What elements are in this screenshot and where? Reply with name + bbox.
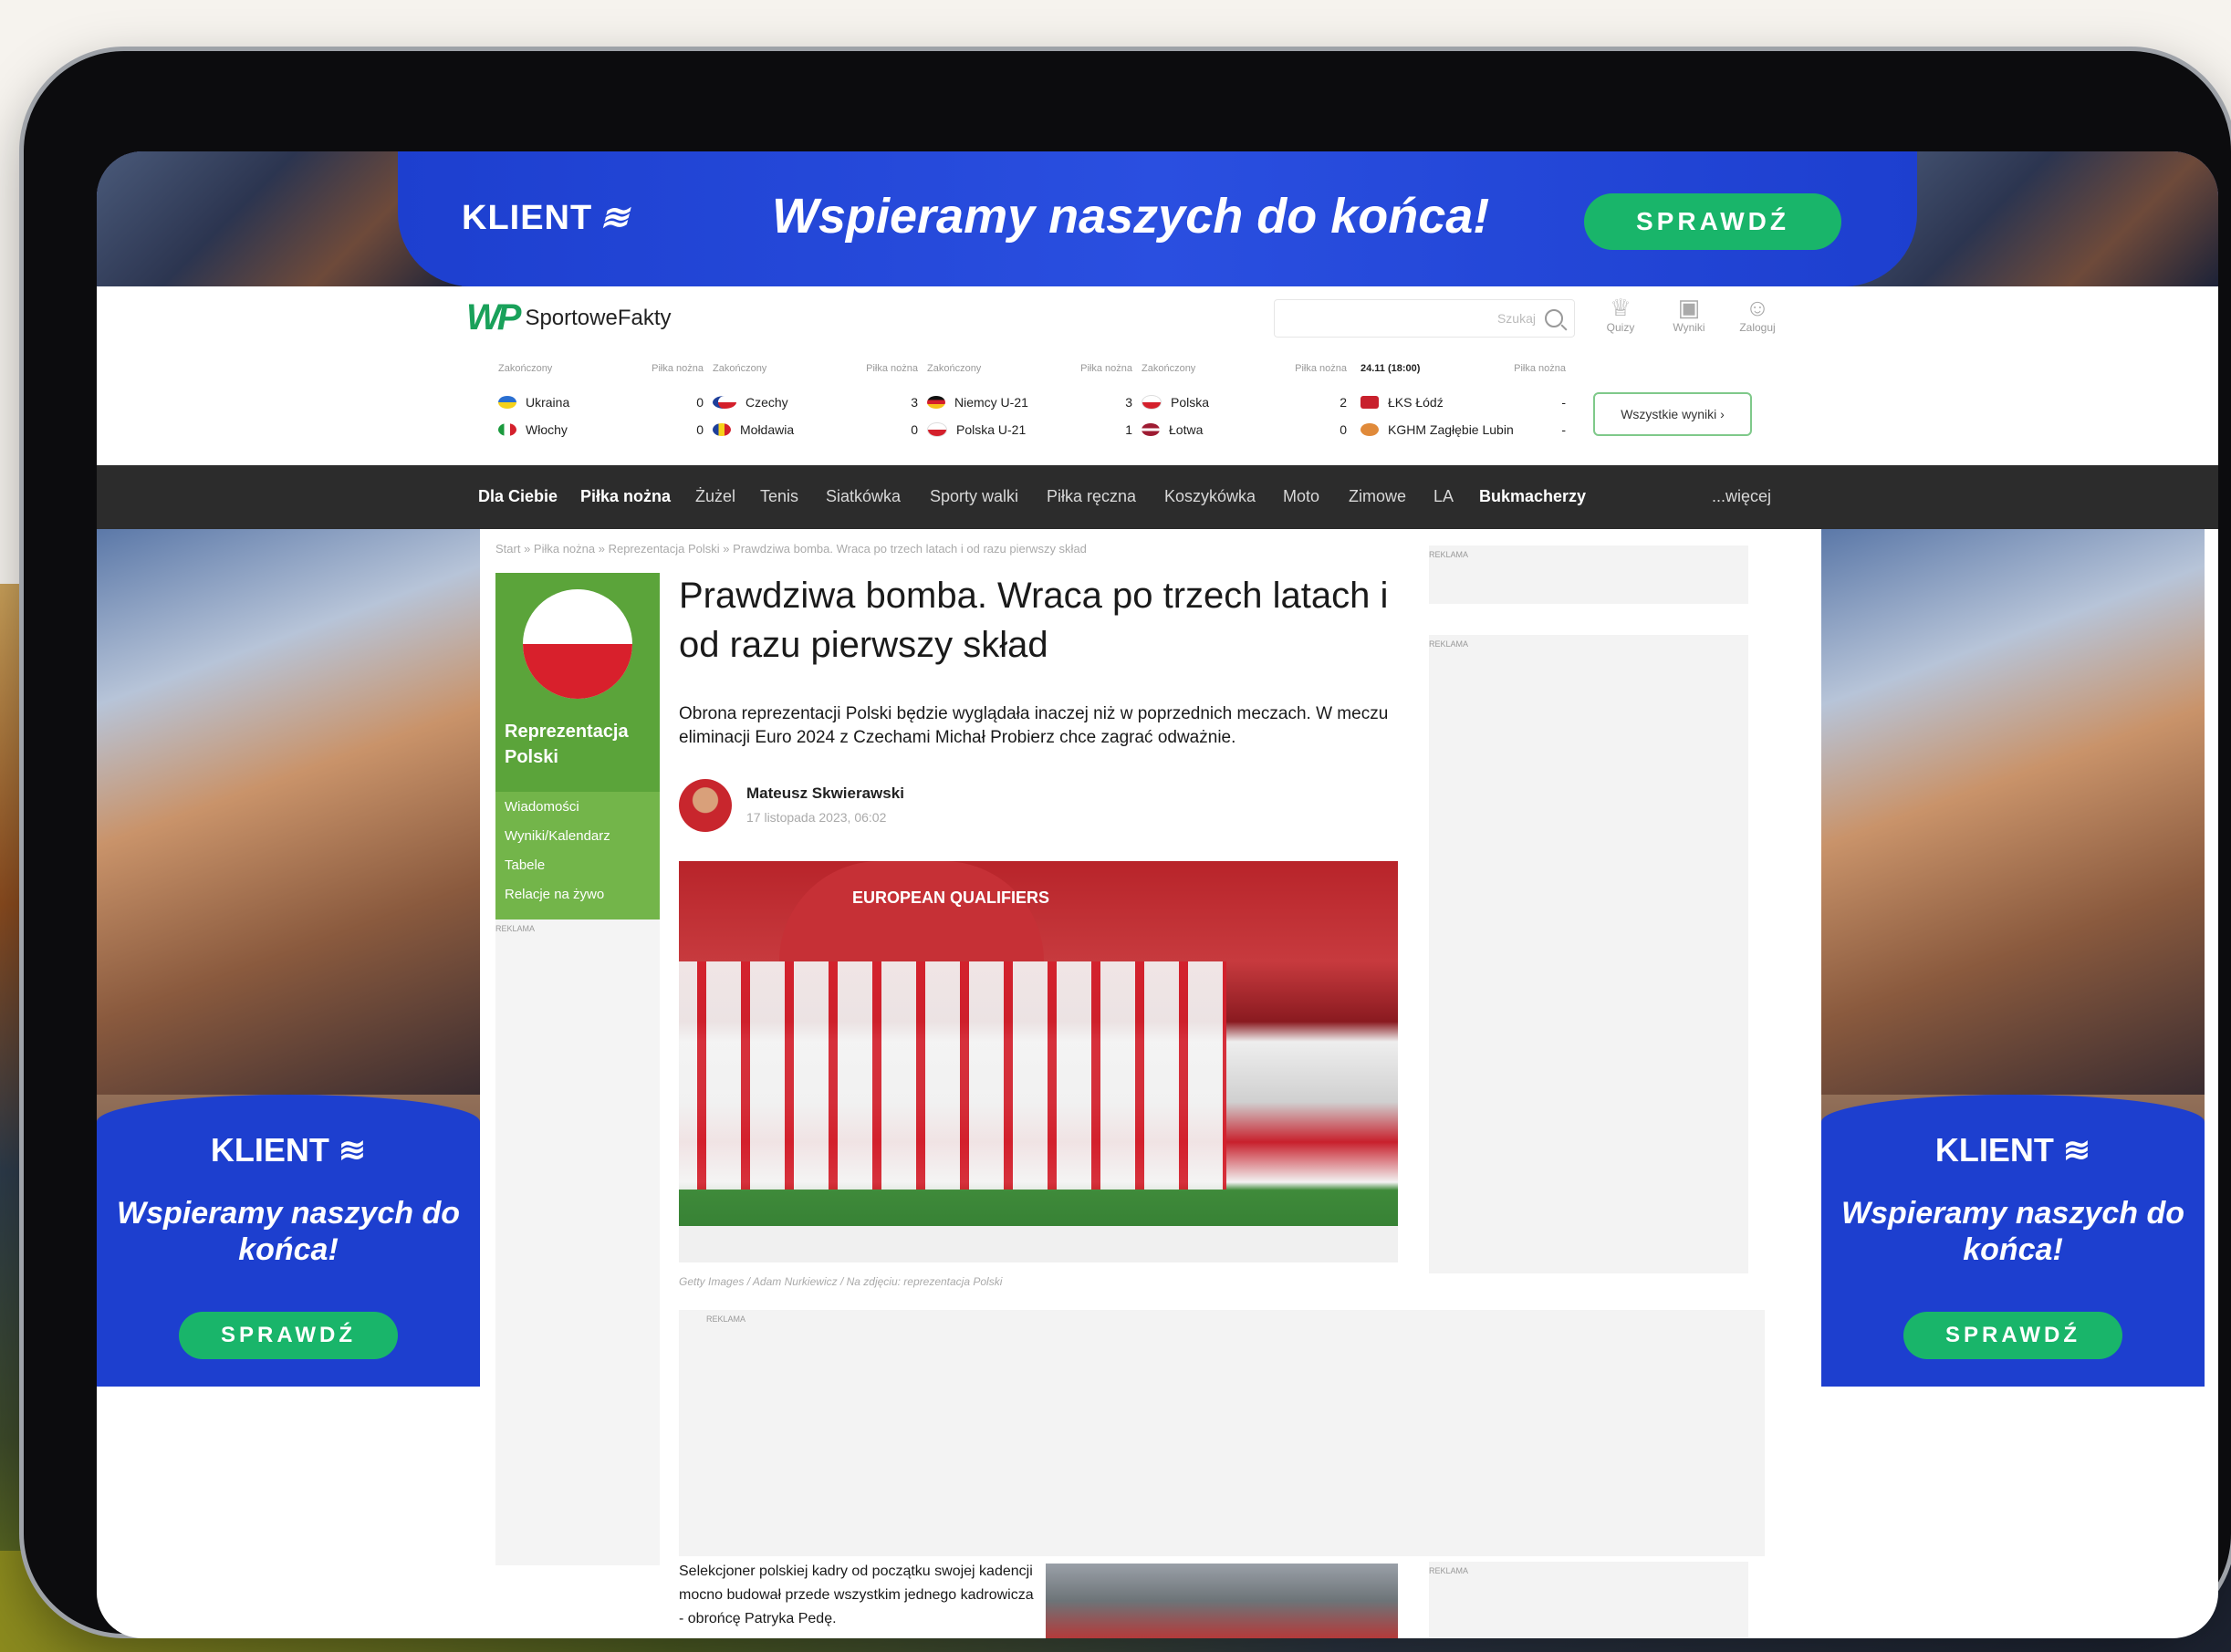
ad-slot: REKLAMA [1429, 545, 1748, 604]
article-date: 17 listopada 2023, 06:02 [746, 810, 887, 825]
article-title: Prawdziwa bomba. Wraca po trzech latach … [679, 576, 1389, 665]
feather-icon: ≋ [599, 199, 631, 237]
site-logo[interactable]: WP SportoweFakty [466, 297, 672, 338]
article-hero-image: EUROPEAN QUALIFIERS [679, 861, 1398, 1262]
nav-more[interactable]: ...więcej [1712, 487, 1771, 506]
article-lead: Obrona reprezentacji Polski będzie wyglą… [679, 704, 1389, 747]
ad-label: REKLAMA [1429, 550, 1469, 559]
ad-check-button[interactable]: SPRAWDŹ [179, 1312, 398, 1359]
ad-photo [97, 529, 480, 1095]
ad-label: REKLAMA [1429, 639, 1469, 649]
side-ad-right[interactable]: KLIENT ≋ Wspieramy naszych do końca! SPR… [1821, 529, 2205, 1387]
login-button[interactable]: ☺ Zaloguj [1730, 294, 1785, 334]
logo-text: SportoweFakty [525, 305, 672, 330]
category-link-results[interactable]: Wyniki/Kalendarz [495, 821, 660, 850]
nav-item-betting[interactable]: Bukmacherzy [1479, 487, 1586, 506]
flag-icon [1142, 395, 1162, 410]
related-image[interactable] [1046, 1564, 1398, 1638]
nav-item-moto[interactable]: Moto [1283, 487, 1319, 506]
match-card[interactable]: Zakończony Piłka nożna Niemcy U-21 3 Polsk… [927, 363, 1132, 443]
main-nav: Dla Ciebie Piłka nożna Żużel Tenis Siatk… [97, 465, 2218, 529]
article-body: Selekcjoner polskiej kadry od początku s… [679, 1564, 1034, 1626]
category-box: Reprezentacja Polski Wiadomości Wyniki/K… [495, 573, 660, 920]
club-crest-icon [1360, 396, 1379, 409]
poland-flag-icon [523, 589, 632, 699]
match-card[interactable]: Zakończony Piłka nożna Ukraina 0 Włochy 0 [498, 363, 704, 443]
flag-icon [498, 423, 516, 436]
nav-item-athletics[interactable]: LA [1433, 487, 1454, 506]
scores-bar: Zakończony Piłka nożna Ukraina 0 Włochy 0 Z… [97, 352, 2218, 465]
flag-icon [1142, 423, 1160, 436]
ad-slot: REKLAMA [1429, 635, 1748, 1273]
quizzes-button[interactable]: ♕ Quizy [1593, 294, 1648, 334]
ad-slot: REKLAMA [495, 920, 660, 1565]
nav-item-handball[interactable]: Piłka ręczna [1047, 487, 1136, 506]
breadcrumb[interactable]: Start » Piłka nożna » Reprezentacja Pols… [495, 542, 1087, 556]
site-header: WP SportoweFakty Szukaj ♕ Quizy ▣ Wyniki… [97, 286, 2218, 353]
browser-screen: KLIENT ≋ Wspieramy naszych do końca! SPRA… [97, 151, 2218, 1638]
top-banner-ad[interactable]: KLIENT ≋ Wspieramy naszych do końca! SPRA… [97, 151, 2218, 286]
ad-label: REKLAMA [495, 924, 536, 933]
match-card[interactable]: Zakończony Piłka nożna Polska 2 Łotwa 0 [1142, 363, 1347, 443]
qualifiers-logo: EUROPEAN QUALIFIERS [852, 888, 1050, 907]
search-input[interactable]: Szukaj [1274, 299, 1575, 338]
trophy-icon: ♕ [1610, 294, 1632, 321]
search-icon[interactable] [1545, 309, 1563, 327]
ad-slogan: Wspieramy naszych do końca! [1840, 1196, 2184, 1267]
nav-item-combat[interactable]: Sporty walki [930, 487, 1018, 506]
flag-icon [927, 396, 945, 409]
side-ad-left[interactable]: KLIENT ≋ Wspieramy naszych do końca! SPR… [97, 529, 480, 1387]
ad-label: REKLAMA [1429, 1566, 1469, 1575]
nav-item-tennis[interactable]: Tenis [760, 487, 798, 506]
author-name[interactable]: Mateusz Skwierawski [746, 784, 904, 803]
flag-icon [713, 396, 736, 409]
match-card[interactable]: 24.11 (18:00) Piłka nożna ŁKS Łódź - KGHM … [1360, 363, 1566, 443]
tablet-frame: KLIENT ≋ Wspieramy naszych do końca! SPRA… [24, 51, 2231, 1638]
nav-item-winter[interactable]: Zimowe [1349, 487, 1406, 506]
nav-item-football[interactable]: Piłka nożna [580, 487, 671, 506]
nav-item-basketball[interactable]: Koszykówka [1164, 487, 1256, 506]
category-link-tables[interactable]: Tabele [495, 850, 660, 879]
feather-icon: ≋ [2062, 1131, 2091, 1169]
category-link-live[interactable]: Relacje na żywo [495, 879, 660, 909]
team-lineup-photo [679, 961, 1226, 1190]
ad-brand: KLIENT ≋ [210, 1131, 367, 1169]
search-placeholder: Szukaj [1496, 311, 1536, 326]
banner-slogan: Wspieramy naszych do końca! [772, 189, 1490, 244]
category-menu: Wiadomości Wyniki/Kalendarz Tabele Relac… [495, 792, 660, 920]
feather-icon: ≋ [338, 1131, 367, 1169]
wp-logo-icon: WP [466, 297, 521, 338]
banner-brand: KLIENT ≋ [462, 199, 631, 237]
banner-check-button[interactable]: SPRAWDŹ [1584, 193, 1841, 250]
results-button[interactable]: ▣ Wyniki [1662, 294, 1716, 334]
match-card[interactable]: Zakończony Piłka nożna Czechy 3 Mołdawia 0 [713, 363, 918, 443]
ad-brand: KLIENT ≋ [1934, 1131, 2091, 1169]
user-icon: ☺ [1745, 294, 1770, 321]
flag-icon [498, 396, 516, 409]
all-results-button[interactable]: Wszystkie wyniki › [1593, 392, 1752, 436]
ad-slogan: Wspieramy naszych do końca! [116, 1196, 460, 1267]
ad-check-button[interactable]: SPRAWDŹ [1903, 1312, 2122, 1359]
ad-photo [1821, 529, 2205, 1095]
nav-item-speedway[interactable]: Żużel [695, 487, 735, 506]
nav-item-volleyball[interactable]: Siatkówka [826, 487, 901, 506]
club-crest-icon [1360, 423, 1379, 436]
image-caption: Getty Images / Adam Nurkiewicz / Na zdję… [679, 1275, 1003, 1288]
nav-item-for-you[interactable]: Dla Ciebie [478, 487, 558, 506]
ad-slot: REKLAMA [679, 1310, 1765, 1556]
author-avatar[interactable] [679, 779, 732, 832]
category-title[interactable]: Reprezentacja Polski [505, 719, 660, 770]
ad-label: REKLAMA [706, 1314, 746, 1324]
scoreboard-icon: ▣ [1677, 294, 1701, 321]
category-link-news[interactable]: Wiadomości [495, 792, 660, 821]
ad-slot: REKLAMA [1429, 1562, 1748, 1638]
flag-icon [713, 423, 731, 436]
flag-icon [927, 422, 947, 437]
